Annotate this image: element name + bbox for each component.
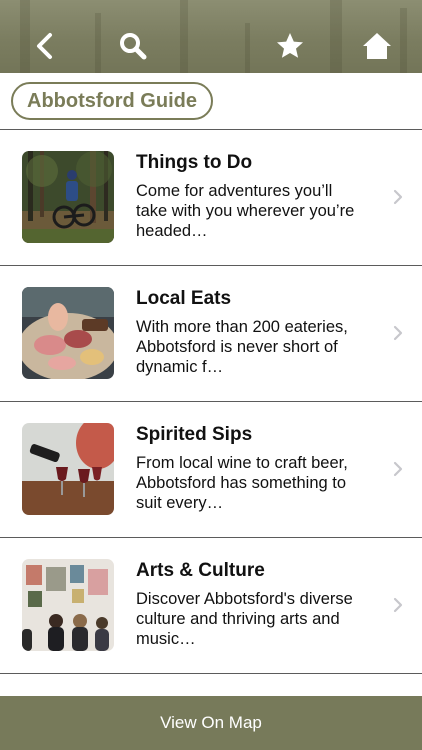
- home-button[interactable]: [357, 26, 397, 66]
- thumbnail-image: [22, 151, 114, 243]
- list-item-local-eats[interactable]: Local Eats With more than 200 eateries, …: [0, 266, 422, 402]
- chevron-right-icon: [393, 189, 403, 205]
- list-item-things-to-do[interactable]: Things to Do Come for adventures you’ll …: [0, 130, 422, 266]
- favorites-button[interactable]: [270, 26, 310, 66]
- list-item-arts-culture[interactable]: Arts & Culture Discover Abbotsford's div…: [0, 538, 422, 674]
- list-item-spirited-sips[interactable]: Spirited Sips From local wine to craft b…: [0, 402, 422, 538]
- view-on-map-button[interactable]: View On Map: [0, 696, 422, 750]
- top-navigation-bar: [0, 0, 422, 73]
- category-list: Things to Do Come for adventures you’ll …: [0, 130, 422, 674]
- back-button[interactable]: [25, 26, 65, 66]
- search-icon: [120, 33, 147, 60]
- chevron-right-icon: [393, 325, 403, 341]
- item-description: Discover Abbotsford's diverse culture an…: [136, 590, 353, 648]
- item-title: Arts & Culture: [136, 560, 265, 581]
- view-on-map-label: View On Map: [160, 713, 262, 732]
- chevron-right-icon: [393, 597, 403, 613]
- guide-header: Abbotsford Guide: [0, 73, 422, 130]
- thumbnail-image: [22, 287, 114, 379]
- item-description: With more than 200 eateries, Abbotsford …: [136, 318, 348, 376]
- guide-label: Abbotsford Guide: [27, 89, 197, 112]
- chevron-left-icon: [37, 33, 52, 59]
- chevron-right-icon: [393, 461, 403, 477]
- thumbnail-image: [22, 423, 114, 515]
- star-icon: [277, 33, 303, 58]
- home-icon: [363, 33, 391, 59]
- item-title: Spirited Sips: [136, 424, 253, 445]
- search-button[interactable]: [113, 26, 153, 66]
- item-description: From local wine to craft beer, Abbotsfor…: [136, 454, 348, 512]
- guide-pill[interactable]: Abbotsford Guide: [11, 82, 213, 120]
- item-title: Things to Do: [136, 152, 253, 173]
- item-description: Come for adventures you’ll take with you…: [136, 182, 355, 240]
- thumbnail-image: [22, 559, 114, 651]
- item-title: Local Eats: [136, 288, 232, 309]
